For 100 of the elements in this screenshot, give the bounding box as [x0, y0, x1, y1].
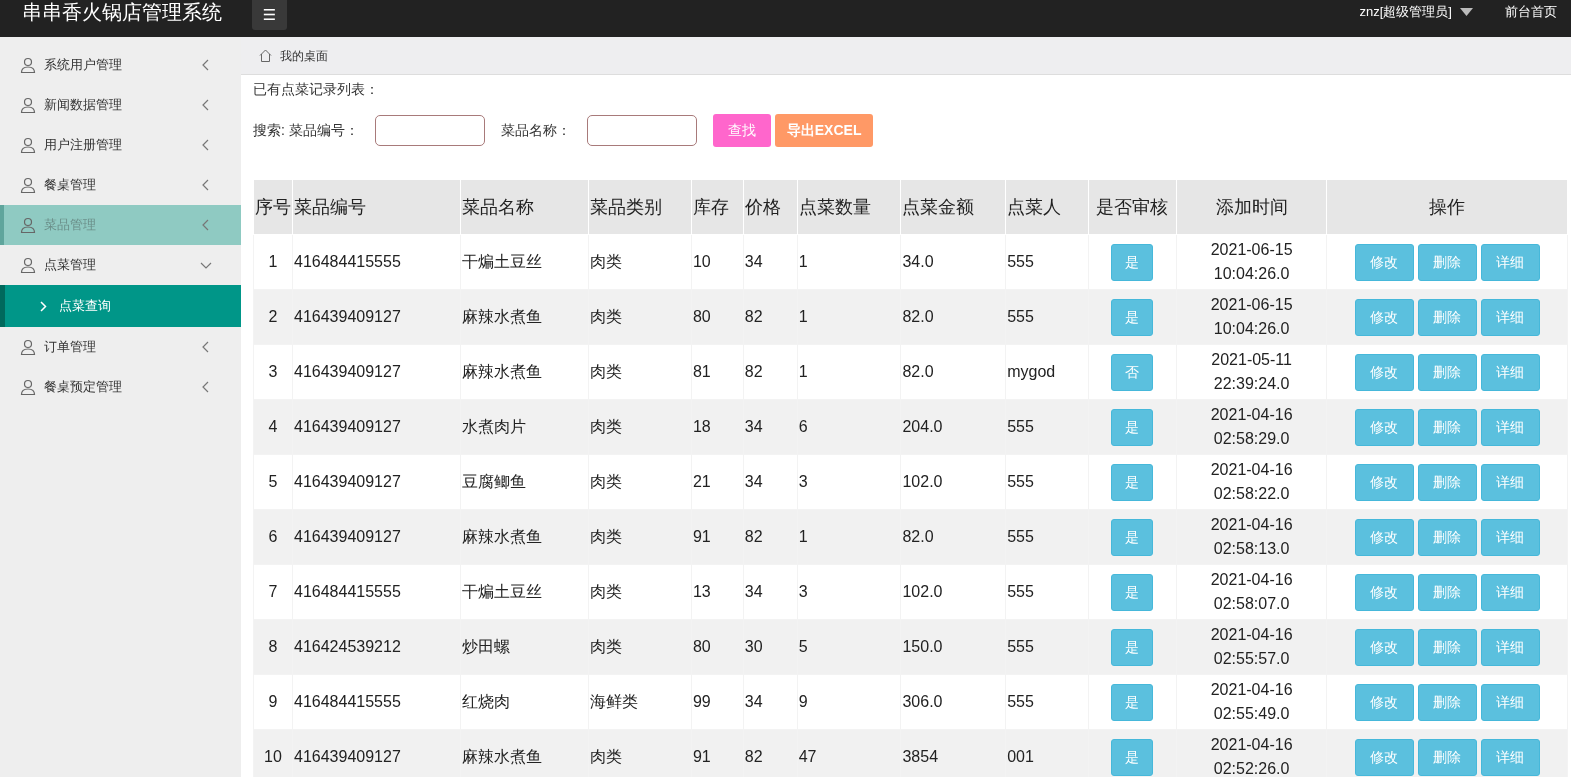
user-icon [20, 339, 36, 355]
user-icon [20, 97, 36, 113]
sidebar-item[interactable]: 餐桌管理 [0, 165, 241, 205]
table-cell: 555 [1005, 509, 1089, 565]
audit-button[interactable]: 是 [1111, 518, 1154, 556]
table-cell: 81 [691, 344, 744, 400]
action-button[interactable]: 删除 [1417, 683, 1477, 721]
action-button[interactable]: 详细 [1480, 573, 1540, 611]
list-title: 已有点菜记录列表： [253, 81, 379, 97]
action-button[interactable]: 修改 [1354, 738, 1414, 776]
audit-button[interactable]: 是 [1111, 463, 1154, 501]
table-cell: 麻辣水煮鱼 [460, 289, 589, 345]
user-menu[interactable]: znz[超级管理员] [1359, 2, 1452, 22]
action-button[interactable]: 修改 [1354, 463, 1414, 501]
action-button[interactable]: 修改 [1354, 628, 1414, 666]
table-cell: 1 [253, 234, 293, 290]
sidebar-label: 餐桌预定管理 [44, 378, 122, 397]
audit-button[interactable]: 是 [1111, 243, 1154, 281]
table-cell: 91 [691, 509, 744, 565]
table-cell: 416439409127 [292, 344, 461, 400]
action-button[interactable]: 删除 [1417, 298, 1477, 336]
table-cell: 海鲜类 [588, 674, 692, 730]
action-button[interactable]: 删除 [1417, 738, 1477, 776]
action-button[interactable]: 详细 [1480, 683, 1540, 721]
table-cell: 10 [253, 729, 293, 777]
action-button[interactable]: 详细 [1480, 243, 1540, 281]
audit-button[interactable]: 是 [1111, 628, 1154, 666]
name-input-field[interactable] [586, 114, 697, 146]
audit-button[interactable]: 是 [1111, 683, 1154, 721]
column-header: 点菜数量 [797, 179, 901, 235]
sidebar-item[interactable]: 用户注册管理 [0, 125, 241, 165]
user-icon [20, 57, 36, 73]
table-cell: 麻辣水煮鱼 [460, 509, 589, 565]
action-button[interactable]: 修改 [1354, 353, 1414, 391]
sidebar-subitem[interactable]: 点菜查询 [0, 285, 241, 327]
table-cell: 肉类 [588, 729, 692, 777]
user-icon [20, 217, 36, 233]
action-button[interactable]: 详细 [1480, 298, 1540, 336]
action-button[interactable]: 删除 [1417, 628, 1477, 666]
audit-button[interactable]: 是 [1111, 298, 1154, 336]
sidebar-item[interactable]: 餐桌预定管理 [0, 367, 241, 407]
table-cell: 13 [691, 564, 744, 620]
action-button[interactable]: 删除 [1417, 573, 1477, 611]
table-cell: 555 [1005, 674, 1089, 730]
table-cell: 肉类 [588, 289, 692, 345]
audit-button[interactable]: 否 [1111, 353, 1154, 391]
action-button[interactable]: 详细 [1480, 353, 1540, 391]
action-button[interactable]: 修改 [1354, 298, 1414, 336]
sidebar-item[interactable]: 点菜管理 [0, 245, 241, 285]
sidebar-label: 订单管理 [44, 338, 96, 357]
action-button[interactable]: 删除 [1417, 243, 1477, 281]
action-button[interactable]: 详细 [1480, 408, 1540, 446]
search-button[interactable]: 查找 [712, 113, 771, 147]
sidebar-item[interactable]: 订单管理 [0, 327, 241, 367]
sidebar-item[interactable]: 系统用户管理 [0, 45, 241, 85]
table-cell: 82 [743, 344, 798, 400]
table-cell: 47 [797, 729, 901, 777]
audit-button[interactable]: 是 [1111, 408, 1154, 446]
table-cell: 1 [797, 344, 901, 400]
action-button[interactable]: 删除 [1417, 353, 1477, 391]
table-cell: 2021-04-16 02:58:29.0 [1176, 399, 1327, 455]
table-cell: 82.0 [900, 344, 1006, 400]
table-cell: 2021-04-16 02:58:22.0 [1176, 454, 1327, 510]
table-cell: 红烧肉 [460, 674, 589, 730]
table-cell: 肉类 [588, 454, 692, 510]
action-button[interactable]: 修改 [1354, 408, 1414, 446]
action-button[interactable]: 删除 [1417, 518, 1477, 556]
action-button[interactable]: 详细 [1480, 518, 1540, 556]
home-link[interactable]: 前台首页 [1505, 2, 1557, 22]
menu-button[interactable]: ☰ [252, 0, 287, 30]
table-cell: 555 [1005, 454, 1089, 510]
search-label: 搜索: 菜品编号： [253, 120, 359, 140]
table-cell: 82.0 [900, 509, 1006, 565]
table-cell: 6 [797, 399, 901, 455]
table-cell: 99 [691, 674, 744, 730]
action-button[interactable]: 修改 [1354, 518, 1414, 556]
table-cell: 干煸土豆丝 [460, 564, 589, 620]
action-button[interactable]: 详细 [1480, 463, 1540, 501]
table-cell: 555 [1005, 399, 1089, 455]
table-cell: 麻辣水煮鱼 [460, 344, 589, 400]
table-cell: 2021-04-16 02:55:57.0 [1176, 619, 1327, 675]
action-button[interactable]: 详细 [1480, 738, 1540, 776]
code-input-field[interactable] [374, 114, 485, 146]
action-button[interactable]: 详细 [1480, 628, 1540, 666]
user-icon [20, 257, 36, 273]
action-button[interactable]: 修改 [1354, 243, 1414, 281]
table-cell: 9 [797, 674, 901, 730]
table-cell: 3 [253, 344, 293, 400]
action-button[interactable]: 修改 [1354, 683, 1414, 721]
user-icon [20, 177, 36, 193]
table-cell: 水煮肉片 [460, 399, 589, 455]
sidebar-item[interactable]: 新闻数据管理 [0, 85, 241, 125]
action-button[interactable]: 删除 [1417, 408, 1477, 446]
action-button[interactable]: 修改 [1354, 573, 1414, 611]
audit-button[interactable]: 是 [1111, 573, 1154, 611]
audit-button[interactable]: 是 [1111, 738, 1154, 776]
table-cell: 肉类 [588, 564, 692, 620]
export-button[interactable]: 导出EXCEL [774, 113, 874, 147]
action-button[interactable]: 删除 [1417, 463, 1477, 501]
column-header: 点菜人 [1005, 179, 1089, 235]
